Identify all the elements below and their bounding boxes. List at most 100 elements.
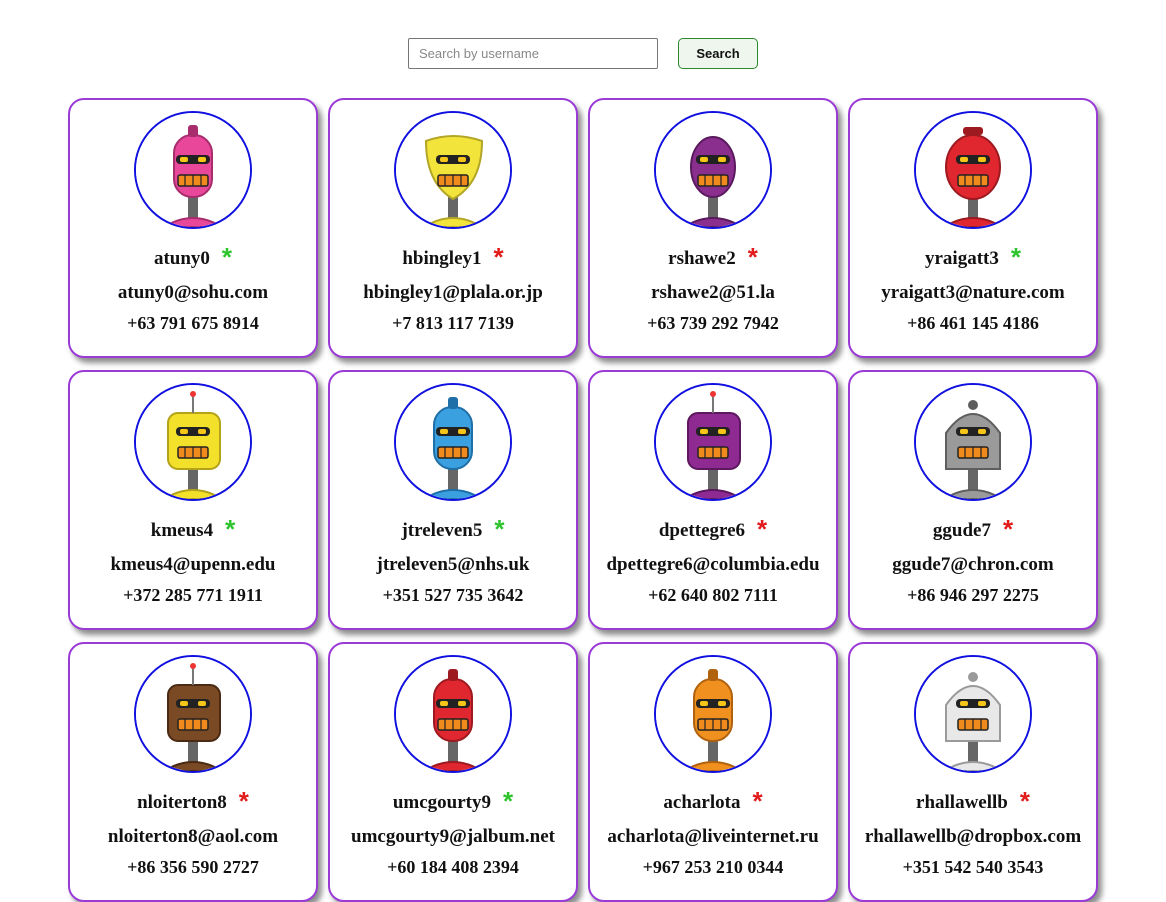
username: rhallawellb — [916, 792, 1008, 813]
robot-avatar-image — [396, 657, 510, 771]
user-phone: +967 253 210 0344 — [642, 857, 784, 877]
username: atuny0 — [153, 248, 210, 269]
status-asterisk-icon: * — [1002, 514, 1014, 544]
name-row: jtreleven5 * — [401, 514, 505, 544]
status-asterisk-icon: * — [747, 242, 758, 272]
username: kmeus4 — [150, 520, 214, 541]
user-card: rhallawellb * rhallawellb@dropbox.com +3… — [848, 642, 1098, 902]
user-phone: +60 184 408 2394 — [387, 857, 519, 877]
user-phone: +351 542 540 3543 — [902, 857, 1044, 877]
avatar — [134, 655, 252, 773]
user-phone: +63 739 292 7942 — [647, 313, 779, 333]
user-email: nloiterton8@aol.com — [107, 826, 279, 847]
name-row: rhallawellb * — [916, 786, 1030, 816]
user-phone: +86 461 145 4186 — [907, 313, 1039, 333]
status-asterisk-icon: * — [221, 242, 233, 272]
user-card: umcgourty9 * umcgourty9@jalbum.net +60 1… — [328, 642, 578, 902]
user-phone: +351 527 735 3642 — [382, 585, 524, 605]
name-row: kmeus4 * — [150, 514, 236, 544]
username: acharlota — [663, 792, 741, 813]
robot-avatar-image — [136, 113, 250, 227]
status-asterisk-icon: * — [493, 242, 504, 272]
user-email: kmeus4@upenn.edu — [110, 554, 276, 575]
name-row: ggude7 * — [932, 514, 1014, 544]
search-bar: Search — [408, 38, 758, 69]
avatar — [654, 655, 772, 773]
user-card: atuny0 * atuny0@sohu.com +63 791 675 891… — [68, 98, 318, 358]
user-grid: atuny0 * atuny0@sohu.com +63 791 675 891… — [68, 98, 1098, 902]
username: hbingley1 — [402, 248, 482, 269]
status-asterisk-icon: * — [494, 514, 505, 544]
user-card: jtreleven5 * jtreleven5@nhs.uk +351 527 … — [328, 370, 578, 630]
username: rshawe2 — [668, 248, 736, 269]
user-email: jtreleven5@nhs.uk — [376, 554, 530, 575]
user-card: acharlota * acharlota@liveinternet.ru +9… — [588, 642, 838, 902]
status-asterisk-icon: * — [503, 786, 514, 816]
avatar — [914, 111, 1032, 229]
user-card: dpettegre6 * dpettegre6@columbia.edu +62… — [588, 370, 838, 630]
avatar — [914, 383, 1032, 501]
name-row: acharlota * — [663, 786, 763, 816]
status-asterisk-icon: * — [1019, 786, 1030, 816]
user-email: dpettegre6@columbia.edu — [606, 554, 820, 575]
username: umcgourty9 — [392, 792, 492, 813]
robot-avatar-image — [136, 385, 250, 499]
status-asterisk-icon: * — [752, 786, 763, 816]
robot-avatar-image — [396, 385, 510, 499]
search-input[interactable] — [408, 38, 658, 69]
avatar — [134, 111, 252, 229]
status-asterisk-icon: * — [1010, 242, 1021, 272]
robot-avatar-image — [656, 385, 770, 499]
avatar — [394, 111, 512, 229]
name-row: atuny0 * — [153, 242, 233, 272]
robot-avatar-image — [396, 113, 510, 227]
name-row: hbingley1 * — [402, 242, 504, 272]
status-asterisk-icon: * — [757, 514, 768, 544]
username: yraigatt3 — [925, 248, 999, 269]
name-row: rshawe2 * — [668, 242, 758, 272]
user-email: rshawe2@51.la — [651, 282, 775, 303]
avatar — [654, 111, 772, 229]
robot-avatar-image — [916, 385, 1030, 499]
username: dpettegre6 — [658, 520, 746, 541]
robot-avatar-image — [136, 657, 250, 771]
user-phone: +62 640 802 7111 — [648, 585, 778, 605]
robot-avatar-image — [916, 657, 1030, 771]
robot-avatar-image — [656, 657, 770, 771]
user-card: yraigatt3 * yraigatt3@nature.com +86 461… — [848, 98, 1098, 358]
name-row: umcgourty9 * — [392, 786, 514, 816]
user-card: nloiterton8 * nloiterton8@aol.com +86 35… — [68, 642, 318, 902]
user-email: umcgourty9@jalbum.net — [351, 826, 555, 847]
user-phone: +63 791 675 8914 — [127, 313, 259, 333]
user-phone: +86 946 297 2275 — [907, 585, 1039, 605]
user-email: rhallawellb@dropbox.com — [864, 826, 1082, 847]
user-card: hbingley1 * hbingley1@plala.or.jp +7 813… — [328, 98, 578, 358]
user-phone: +7 813 117 7139 — [392, 313, 514, 333]
user-phone: +372 285 771 1911 — [123, 585, 263, 605]
status-asterisk-icon: * — [225, 514, 236, 544]
user-card: kmeus4 * kmeus4@upenn.edu +372 285 771 1… — [68, 370, 318, 630]
user-card: ggude7 * ggude7@chron.com +86 946 297 22… — [848, 370, 1098, 630]
username: ggude7 — [932, 520, 991, 541]
user-phone: +86 356 590 2727 — [127, 857, 259, 877]
user-email: ggude7@chron.com — [892, 554, 1054, 575]
avatar — [654, 383, 772, 501]
user-email: hbingley1@plala.or.jp — [363, 282, 543, 303]
user-card: rshawe2 * rshawe2@51.la +63 739 292 7942 — [588, 98, 838, 358]
robot-avatar-image — [916, 113, 1030, 227]
robot-avatar-image — [656, 113, 770, 227]
avatar — [394, 655, 512, 773]
user-email: acharlota@liveinternet.ru — [607, 826, 819, 847]
name-row: dpettegre6 * — [658, 514, 768, 544]
name-row: nloiterton8 * — [137, 786, 249, 816]
name-row: yraigatt3 * — [925, 242, 1021, 272]
username: nloiterton8 — [137, 792, 227, 813]
user-email: atuny0@sohu.com — [117, 282, 269, 303]
search-button[interactable]: Search — [678, 38, 758, 69]
user-email: yraigatt3@nature.com — [881, 282, 1065, 303]
avatar — [134, 383, 252, 501]
status-asterisk-icon: * — [238, 786, 249, 816]
avatar — [394, 383, 512, 501]
avatar — [914, 655, 1032, 773]
username: jtreleven5 — [401, 520, 483, 541]
